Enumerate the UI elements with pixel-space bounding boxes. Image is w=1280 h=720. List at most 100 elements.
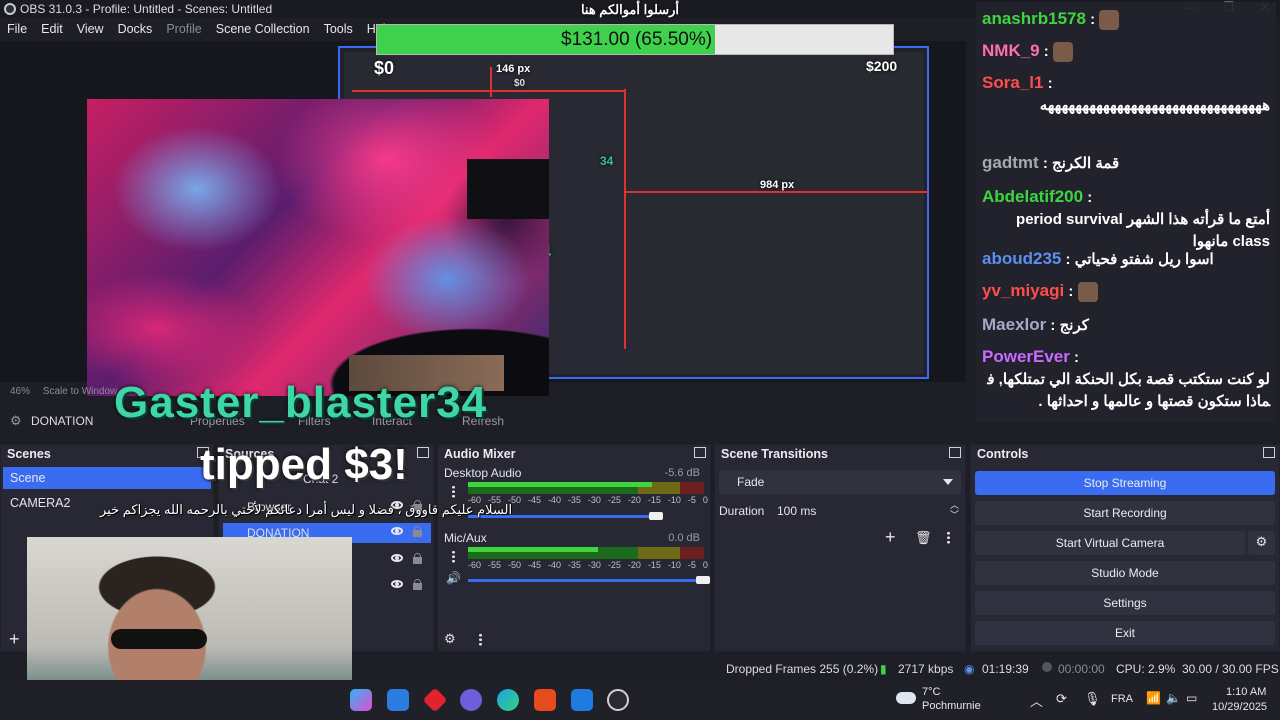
stream-icon: ◉ [964,662,975,676]
chat-username: Maexlor [982,315,1047,334]
goal-end-label: $200 [866,58,898,74]
visibility-eye-icon[interactable] [391,527,403,535]
volume-slider-handle[interactable] [696,576,710,584]
chat-app-icon[interactable] [460,689,482,711]
nested-goal-start: $0 [514,78,526,89]
meter-tick-label: -5 [687,495,696,505]
scale-mode[interactable]: Scale to Window [43,386,117,397]
meter-level [468,547,598,552]
battery-icon[interactable]: ▭ [1186,691,1197,705]
channel-db: -5.6 dB [664,467,700,479]
chat-separator: : [1061,251,1075,268]
volume-slider-handle[interactable] [648,512,663,520]
lock-icon[interactable] [413,526,422,537]
exit-button[interactable]: Exit [975,621,1275,645]
add-transition-icon[interactable]: + [885,527,896,548]
visibility-eye-icon[interactable] [391,554,403,562]
chat-separator: : [1083,189,1093,206]
app-icon[interactable] [422,687,448,713]
studio-mode-button[interactable]: Studio Mode [975,561,1275,585]
meter-tick-label: -40 [547,560,561,570]
alignment-guide-top [352,90,624,92]
scene-item[interactable]: Scene [3,467,211,489]
undock-icon[interactable] [949,447,961,458]
transition-select[interactable]: Fade [719,470,961,494]
stop-streaming-button[interactable]: Stop Streaming [975,471,1275,495]
lock-icon[interactable] [413,579,422,590]
start-recording-button[interactable]: Start Recording [975,501,1275,525]
meter-tick-label: -20 [627,495,641,505]
obs-logo-icon [4,3,16,15]
chat-username: Sora_l1 [982,73,1044,92]
preview-area[interactable]: r34 34 $0 146 px 984 px 46% Scale to Win… [0,41,966,397]
stepper-icon[interactable]: ︿ ﹀ [950,500,959,520]
chat-separator: : [1038,155,1053,172]
chat-text: ههههههههههههههههههههههههههههههههه [1039,97,1270,114]
chat-message: Sora_l1 : هههههههههههههههههههههههههههههه… [982,72,1270,117]
meter-tick-label: -10 [667,560,681,570]
brave-icon[interactable] [534,689,556,711]
fps: 30.00 / 30.00 FPS [1182,662,1279,676]
menu-edit[interactable]: Edit [34,19,70,41]
emote-icon [1099,9,1120,30]
gear-icon[interactable]: ⚙ [10,413,22,429]
alignment-guide-center [624,89,626,349]
lock-icon[interactable] [413,553,422,564]
duration-input[interactable]: 100 ms ︿ ﹀ [773,499,961,523]
menu-view[interactable]: View [70,19,111,41]
sync-icon[interactable]: ⟳ [1056,691,1067,707]
undock-icon[interactable] [1263,447,1275,458]
transition-menu-icon[interactable] [947,531,950,544]
meter-tick-label: 0 [702,495,708,505]
copilot-icon[interactable] [350,689,372,711]
chat-separator: : [1043,75,1053,92]
scene-transitions-dock: Scene Transitions Fade Duration 100 ms ︿… [714,444,966,652]
defender-icon[interactable] [571,689,593,711]
goal-start-label: $0 [374,58,395,78]
start-virtual-camera-button[interactable]: Start Virtual Camera [975,531,1245,555]
meter-tick-label: -25 [607,560,621,570]
channel-menu-icon[interactable] [452,485,455,498]
game-capture-source[interactable] [87,99,549,396]
alert-amount: $3! [344,440,408,489]
trash-icon[interactable]: 🗑 [915,530,932,546]
controls-title: Controls [977,447,1029,461]
menu-file[interactable]: File [0,19,34,41]
wifi-icon[interactable]: 📶 [1146,691,1161,705]
menu-tools[interactable]: Tools [317,19,360,41]
window-title: OBS 31.0.3 - Profile: Untitled - Scenes:… [20,2,273,16]
language-indicator[interactable]: FRA [1111,693,1133,705]
undock-icon[interactable] [694,447,706,458]
meter-level [468,482,653,487]
gear-icon[interactable]: ⚙ [444,631,456,647]
mic-icon[interactable]: 🎙 [1084,691,1101,707]
volume-icon[interactable]: 🔈 [1166,691,1181,705]
clock-date[interactable]: 10/29/2025 [1212,701,1267,713]
chevron-up-icon[interactable]: ︿ [1030,691,1043,710]
menu-profile[interactable]: Profile [159,19,208,41]
chat-message: anashrb1578 : [982,8,1270,31]
channel-menu-icon[interactable] [452,550,455,563]
meter-tick-label: -15 [647,560,661,570]
visibility-eye-icon[interactable] [391,580,403,588]
menu-scene-collection[interactable]: Scene Collection [209,19,317,41]
clock-time[interactable]: 1:10 AM [1226,686,1266,698]
virtual-camera-settings-icon[interactable]: ⚙ [1248,531,1275,555]
alert-tip-line: tipped $3! [200,440,408,490]
menu-docks[interactable]: Docks [111,19,160,41]
undock-icon[interactable] [417,447,429,458]
obs-taskbar-icon[interactable] [607,689,629,711]
add-scene-icon[interactable]: + [9,629,20,650]
mixer-menu-icon[interactable] [479,633,482,646]
store-icon[interactable] [387,689,409,711]
meter-tick-label: -60 [468,560,482,570]
guide-label-left: 146 px [496,63,531,75]
selected-source-name: DONATION [31,414,94,428]
edge-icon[interactable] [497,689,519,711]
scene-transitions-title: Scene Transitions [721,447,828,461]
volume-slider[interactable] [468,576,710,584]
settings-button[interactable]: Settings [975,591,1275,615]
cpu-usage: CPU: 2.9% [1116,662,1176,676]
weather-temp: 7°C [922,686,941,698]
speaker-icon[interactable]: 🔊 [446,571,461,585]
